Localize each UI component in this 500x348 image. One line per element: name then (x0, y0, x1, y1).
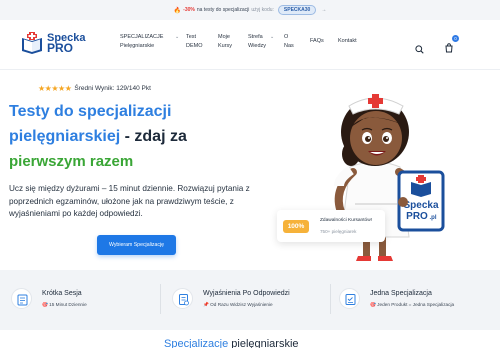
feature-explanations: Wyjaśnienia Po Odpowiedzi 📌 Od Razu Widz… (172, 287, 290, 309)
fire-icon: 🔥 (173, 7, 182, 14)
stars-icon: ★★★★★ (38, 84, 72, 93)
chevron-down-icon[interactable]: ⌄ (175, 33, 179, 42)
logo-text-bottom: PRO (47, 41, 74, 55)
feature-subtitle: Jeden Produkt = Jedna Specjalizacja (377, 302, 455, 307)
rating: ★★★★★ Średni Wynik: 129/140 Pkt (38, 84, 151, 93)
features-strip: Krótka Sesja 🎯 15 Minut Dziennie Wyjaśni… (0, 270, 500, 330)
cart-count-badge: 0 (452, 35, 459, 42)
nav-test-line2: DEMO (186, 43, 203, 49)
divider (330, 284, 331, 314)
document-icon (172, 288, 193, 309)
hero-title-part2: pielęgniarskiej (9, 128, 121, 145)
hero-title-part3: - zdaj za (120, 128, 187, 145)
section-heading-rest: pielęgniarskie (228, 338, 299, 348)
feature-subtitle: Od Razu Widzisz Wyjaśnienie (210, 302, 273, 307)
nav-specjalizacje-line2: Pielęgniarskie (120, 43, 155, 49)
stat-subtitle: 750+ pielęgniarek (320, 229, 357, 234)
nav-specjalizacje-line1: SPECJALIZACJE (120, 34, 164, 40)
checklist-icon (339, 288, 360, 309)
rating-text: Średni Wynik: 129/140 Pkt (74, 85, 151, 92)
chevron-down-icon[interactable]: ⌄ (270, 33, 274, 42)
nav-strefa-line2: Wiedzy (248, 43, 267, 49)
target-icon: 🎯 (370, 302, 376, 307)
target-icon: 🎯 (42, 302, 48, 307)
hero-description: Ucz się między dyżurami – 15 minut dzien… (9, 184, 250, 218)
feature-title: Jedna Specjalizacja (370, 290, 432, 297)
promo-discount: -30% (183, 7, 195, 13)
promo-hint: użyj kodu: (251, 7, 274, 13)
nav-faqs[interactable]: FAQs (310, 37, 324, 46)
cart-icon[interactable]: 0 (444, 35, 459, 53)
search-icon[interactable] (415, 41, 424, 54)
nav-strefa-line1: Strefa (248, 34, 263, 40)
sign-line1: Specka (403, 200, 438, 211)
feature-one-specialization: Jedna Specjalizacja 🎯 Jeden Produkt = Je… (339, 287, 454, 309)
site-header: Specka PRO SPECJALIZACJE Pielęgniarskie … (0, 20, 500, 70)
nav-kontakt[interactable]: Kontakt (338, 37, 357, 46)
nav-test-line1: Test (186, 34, 197, 40)
section-heading-highlight: Specjalizacje (164, 338, 229, 348)
logo-book-icon (20, 31, 44, 55)
stat-card: 100% Zdawalności Kursantów! 750+ pielęgn… (277, 210, 385, 242)
stat-title: Zdawalności Kursantów! (320, 218, 372, 223)
promo-code[interactable]: SPECKA30 (277, 5, 317, 15)
flashcards-icon (11, 288, 32, 309)
stat-badge: 100% (283, 219, 309, 233)
hero-title-part1: Testy do specjalizacji (9, 103, 172, 120)
pin-icon: 📌 (203, 302, 209, 307)
arrow-right-icon[interactable]: → (321, 7, 326, 13)
nav-o-nas[interactable]: O Nas (284, 33, 294, 51)
section-heading: Specjalizacje pielęgniarskie (164, 338, 299, 348)
logo[interactable]: Specka PRO (20, 31, 86, 55)
feature-subtitle: 15 Minut Dziennie (49, 302, 87, 307)
hero-title-part4: pierwszym razem (9, 153, 134, 170)
nav-strefa-wiedzy[interactable]: Strefa Wiedzy (248, 33, 266, 51)
nav-o-line2: Nas (284, 43, 294, 49)
promo-text: na testy do specjalizacji (196, 7, 250, 13)
choose-specialization-button[interactable]: Wybieram Specjalizację (97, 235, 176, 255)
nav-o-line1: O (284, 34, 289, 40)
hero-title: Testy do specjalizacji pielęgniarskiej -… (9, 99, 239, 174)
nav-moje-kursy[interactable]: Moje Kursy (218, 33, 232, 51)
nav-specjalizacje[interactable]: SPECJALIZACJE Pielęgniarskie (120, 33, 163, 51)
feature-title: Wyjaśnienia Po Odpowiedzi (203, 290, 290, 297)
feature-title: Krótka Sesja (42, 290, 82, 297)
divider (160, 284, 161, 314)
feature-short-session: Krótka Sesja 🎯 15 Minut Dziennie (11, 287, 87, 309)
nav-kursy-line1: Moje (218, 34, 230, 40)
promo-bar: 🔥 -30% na testy do specjalizacji użyj ko… (0, 0, 500, 20)
sign-line2: PRO (406, 211, 428, 222)
nav-kursy-line2: Kursy (218, 43, 233, 49)
sign-domain: .pl (430, 215, 437, 221)
nav-test-demo[interactable]: Test DEMO (186, 33, 203, 51)
